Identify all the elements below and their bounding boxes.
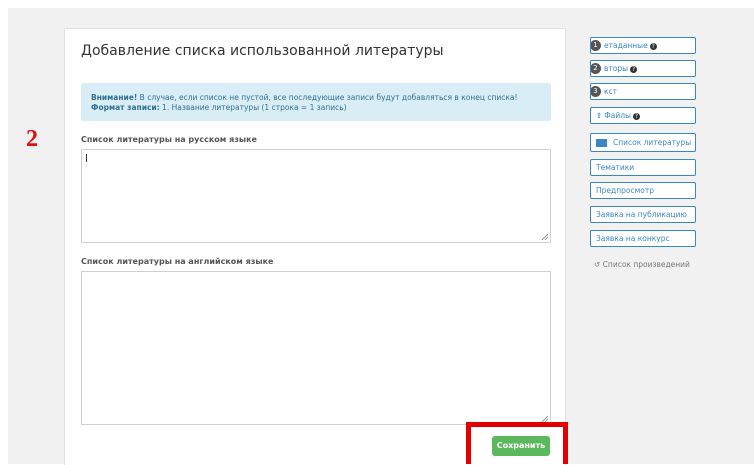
works-list-label: Список произведений xyxy=(602,260,690,269)
sidebar-item-label: етаданные xyxy=(604,41,648,50)
sidebar-item-metadata[interactable]: 1 етаданные? xyxy=(590,37,696,54)
help-icon[interactable]: ? xyxy=(649,42,657,50)
notice-format-text: 1. Название литературы (1 строка = 1 зап… xyxy=(159,103,347,112)
notice-format-label: Формат записи: xyxy=(91,103,160,112)
list-icon xyxy=(596,139,607,147)
literature-form-panel: Добавление списка использованной литерат… xyxy=(64,28,566,465)
sidebar-item-label: Файлы xyxy=(604,111,631,120)
sidebar-item-literature[interactable]: Список литературы xyxy=(590,133,696,152)
page-title: Добавление списка использованной литерат… xyxy=(81,43,444,59)
sidebar-item-label: кст xyxy=(604,87,618,96)
en-list-label: Список литературы на английском языке xyxy=(81,257,274,266)
sidebar-item-label: Заявка на публикацию xyxy=(596,210,687,219)
step-badge-2: 2 xyxy=(591,63,601,74)
help-icon[interactable]: ? xyxy=(632,112,640,120)
help-icon[interactable]: ? xyxy=(630,65,638,73)
step-badge-3: 3 xyxy=(591,86,601,97)
sidebar-item-label: Список литературы xyxy=(613,138,692,147)
works-list-link[interactable]: ↺ Список произведений xyxy=(594,260,690,269)
upload-icon: ⇧ xyxy=(596,111,603,120)
notice-warning-text: В случае, если список не пустой, все пос… xyxy=(137,93,518,102)
en-list-textarea[interactable] xyxy=(81,271,551,425)
text-caret xyxy=(86,154,87,162)
highlight-frame xyxy=(466,422,568,464)
sidebar-item-publication-request[interactable]: Заявка на публикацию xyxy=(590,206,696,223)
sidebar-item-label: вторы xyxy=(604,64,629,73)
sidebar-item-contest-request[interactable]: Заявка на конкурс xyxy=(590,230,696,247)
sidebar-item-label: Предпросмотр xyxy=(596,186,654,195)
notice-warning-label: Внимание! xyxy=(91,93,138,102)
ru-list-textarea[interactable] xyxy=(81,149,551,243)
sidebar-item-preview[interactable]: Предпросмотр xyxy=(590,182,696,199)
notice-line-2: Формат записи: 1. Название литературы (1… xyxy=(91,103,551,113)
undo-arrow-icon: ↺ xyxy=(594,260,601,269)
notice-line-1: Внимание! В случае, если список не пусто… xyxy=(91,93,551,103)
step-badge-1: 1 xyxy=(591,40,601,51)
sidebar-item-label: Тематики xyxy=(596,163,635,172)
resize-handle-icon[interactable] xyxy=(542,234,548,240)
sidebar-item-authors[interactable]: 2 вторы? xyxy=(590,60,696,77)
info-notice: Внимание! В случае, если список не пусто… xyxy=(81,83,551,121)
ru-list-label: Список литературы на русском языке xyxy=(81,135,257,144)
sidebar-item-topics[interactable]: Тематики xyxy=(590,159,696,176)
sidebar-item-text[interactable]: 3 кст xyxy=(590,83,696,100)
step-marker: 2 xyxy=(26,126,38,152)
sidebar-item-label: Заявка на конкурс xyxy=(596,234,670,243)
sidebar-item-files[interactable]: ⇧ Файлы? xyxy=(590,107,696,124)
